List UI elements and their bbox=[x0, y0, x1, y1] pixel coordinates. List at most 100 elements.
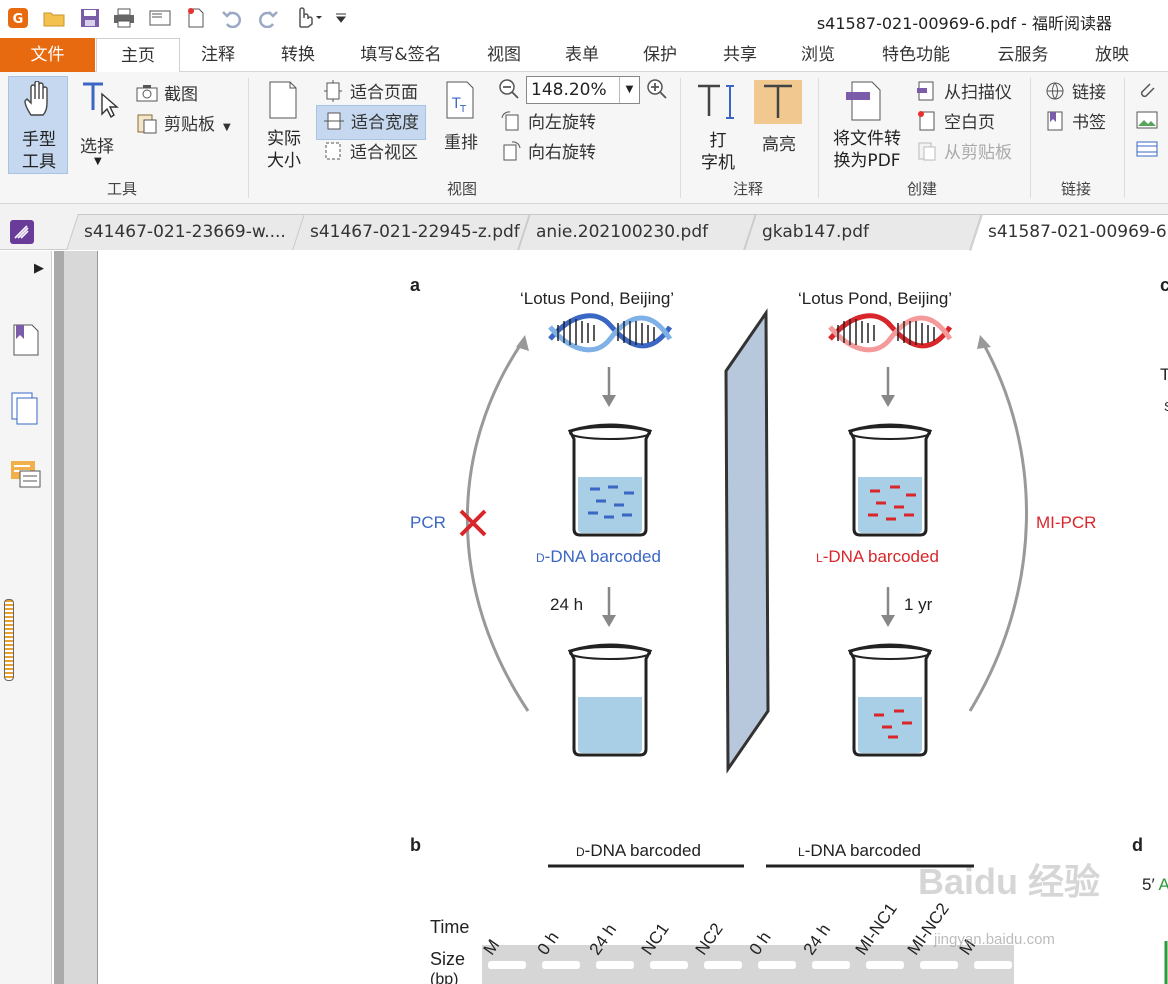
select-dropdown-icon[interactable]: ▼ bbox=[94, 156, 102, 167]
panel-d-a: A bbox=[1158, 875, 1168, 894]
tab-home[interactable]: 主页 bbox=[96, 38, 180, 73]
group-separator bbox=[1124, 78, 1125, 198]
zoom-dropdown-icon[interactable]: ▼ bbox=[619, 77, 639, 103]
select-button[interactable]: 选择 ▼ bbox=[74, 76, 126, 174]
mipcr-arrowhead bbox=[977, 335, 991, 349]
clipboard-label: 剪贴板 bbox=[164, 115, 215, 135]
blank-page-label: 空白页 bbox=[944, 113, 995, 133]
save-icon[interactable] bbox=[78, 6, 102, 30]
group-separator bbox=[1030, 78, 1031, 198]
clipboard-dropdown-icon[interactable]: ▼ bbox=[223, 122, 231, 133]
expand-panel-icon[interactable]: ▶ bbox=[34, 261, 44, 276]
scanner-icon bbox=[916, 80, 938, 107]
size-row-label: Size bbox=[430, 949, 466, 969]
actual-size-label-line1: 实际 bbox=[267, 129, 301, 149]
customize-toolbar-icon[interactable] bbox=[334, 6, 348, 30]
hand-tool-label-line2: 工具 bbox=[22, 152, 56, 172]
touch-mode-icon[interactable] bbox=[294, 6, 324, 30]
screenshot-button[interactable]: 截图 bbox=[136, 80, 198, 107]
blank-page-icon bbox=[916, 110, 938, 137]
comments-panel-icon[interactable] bbox=[10, 459, 42, 495]
hand-tool-label-line1: 手型 bbox=[22, 130, 56, 150]
rotate-right-button[interactable]: 向右旋转 bbox=[500, 138, 596, 167]
beaker-l-dna-after-icon bbox=[847, 643, 933, 757]
tab-features[interactable]: 特色功能 bbox=[866, 38, 966, 72]
tab-comment[interactable]: 注释 bbox=[182, 38, 254, 72]
tab-file[interactable]: 文件 bbox=[0, 38, 95, 72]
group-separator bbox=[248, 78, 249, 198]
tab-view[interactable]: 视图 bbox=[468, 38, 540, 72]
clipboard-button[interactable]: 剪贴板 ▼ bbox=[136, 110, 231, 139]
image-icon[interactable] bbox=[1136, 110, 1158, 134]
panel-c-text-s: S bbox=[1164, 399, 1168, 414]
bookmark-button[interactable]: 书签 bbox=[1044, 108, 1106, 137]
left-sample-title: ‘Lotus Pond, Beijing’ bbox=[520, 289, 675, 308]
fit-view-button[interactable]: 适合视区 bbox=[322, 138, 418, 167]
open-folder-icon[interactable] bbox=[42, 6, 66, 30]
fit-page-button[interactable]: 适合页面 bbox=[322, 78, 418, 107]
window-title: s41587-021-00969-6.pdf - 福昕阅读器 bbox=[816, 14, 1112, 33]
hand-tool-button[interactable]: 手型 工具 bbox=[8, 76, 68, 174]
fit-width-label: 适合宽度 bbox=[351, 113, 419, 133]
zoom-level-input[interactable]: 148.20% ▼ bbox=[526, 76, 640, 104]
from-scanner-button[interactable]: 从扫描仪 bbox=[916, 78, 1012, 107]
svg-text:T: T bbox=[459, 104, 467, 115]
panel-d-five-prime: 5′ A bbox=[1142, 875, 1168, 895]
fit-width-button[interactable]: 适合宽度 bbox=[316, 105, 426, 140]
undo-icon[interactable] bbox=[220, 6, 244, 30]
fit-view-label: 适合视区 bbox=[350, 143, 418, 163]
typewriter-icon bbox=[696, 82, 740, 126]
bookmarks-panel-icon[interactable] bbox=[12, 323, 40, 361]
panel-resize-handle[interactable] bbox=[4, 599, 14, 681]
b-d-header-text: -DNA barcoded bbox=[584, 841, 701, 860]
typewriter-button[interactable]: 打 字机 bbox=[692, 80, 744, 176]
tab-protect[interactable]: 保护 bbox=[624, 38, 696, 72]
rotate-left-button[interactable]: 向左旋转 bbox=[500, 108, 596, 137]
tab-share[interactable]: 共享 bbox=[704, 38, 776, 72]
tab-fill-sign[interactable]: 填写&签名 bbox=[340, 38, 462, 72]
from-clipboard-button[interactable]: 从剪贴板 bbox=[916, 138, 1012, 167]
blank-page-button[interactable]: 空白页 bbox=[916, 108, 995, 137]
convert-to-pdf-button[interactable]: 将文件转 换为PDF bbox=[826, 78, 908, 174]
reflow-button[interactable]: TT 重排 bbox=[438, 80, 486, 160]
group-label-create: 创建 bbox=[906, 180, 937, 198]
b-d-dna-header: D-DNA barcoded bbox=[576, 841, 701, 861]
zoom-level-value: 148.20% bbox=[531, 80, 607, 100]
tab-list-icon[interactable] bbox=[10, 220, 34, 248]
rotate-right-label: 向右旋转 bbox=[528, 143, 596, 163]
tab-slideshow[interactable]: 放映 bbox=[1076, 38, 1148, 72]
b-l-dna-header: L-DNA barcoded bbox=[798, 841, 921, 861]
highlight-button[interactable]: 高亮 bbox=[754, 80, 804, 160]
new-document-icon[interactable] bbox=[184, 6, 208, 30]
typewriter-label-line1: 打 bbox=[709, 131, 727, 151]
link-button[interactable]: 链接 bbox=[1044, 78, 1106, 107]
actual-size-icon bbox=[266, 80, 300, 124]
group-label-links: 链接 bbox=[1060, 180, 1091, 198]
email-icon[interactable] bbox=[148, 6, 172, 30]
actual-size-button[interactable]: 实际 大小 bbox=[258, 78, 310, 174]
ribbon-tab-bar: 文件 主页 注释 转换 填写&签名 视图 表单 保护 共享 浏览 特色功能 云服… bbox=[0, 38, 1168, 73]
tab-form[interactable]: 表单 bbox=[546, 38, 618, 72]
attachment-icon[interactable] bbox=[1136, 80, 1158, 106]
cross-mark-icon bbox=[459, 509, 487, 537]
print-icon[interactable] bbox=[112, 6, 136, 30]
tab-cloud[interactable]: 云服务 bbox=[980, 38, 1066, 72]
b-l-prefix: L bbox=[798, 845, 805, 859]
panel-splitter[interactable] bbox=[54, 251, 64, 984]
tab-convert[interactable]: 转换 bbox=[262, 38, 334, 72]
panel-c-label: c bbox=[1160, 275, 1168, 295]
group-label-tools: 工具 bbox=[106, 180, 137, 198]
mirror-plane bbox=[724, 308, 770, 774]
fit-view-icon bbox=[322, 140, 344, 167]
time-row-label: Time bbox=[430, 917, 470, 937]
redo-icon[interactable] bbox=[256, 6, 280, 30]
tab-browse[interactable]: 浏览 bbox=[782, 38, 854, 72]
zoom-in-icon[interactable] bbox=[646, 78, 668, 104]
l-dna-barcoded-text: -DNA barcoded bbox=[822, 547, 939, 566]
video-icon[interactable] bbox=[1136, 140, 1158, 162]
time-1yr-label: 1 yr bbox=[904, 595, 933, 614]
from-scanner-label: 从扫描仪 bbox=[944, 83, 1012, 103]
app-logo-icon: G bbox=[6, 6, 30, 30]
zoom-out-icon[interactable] bbox=[498, 78, 520, 104]
pages-panel-icon[interactable] bbox=[10, 391, 40, 431]
